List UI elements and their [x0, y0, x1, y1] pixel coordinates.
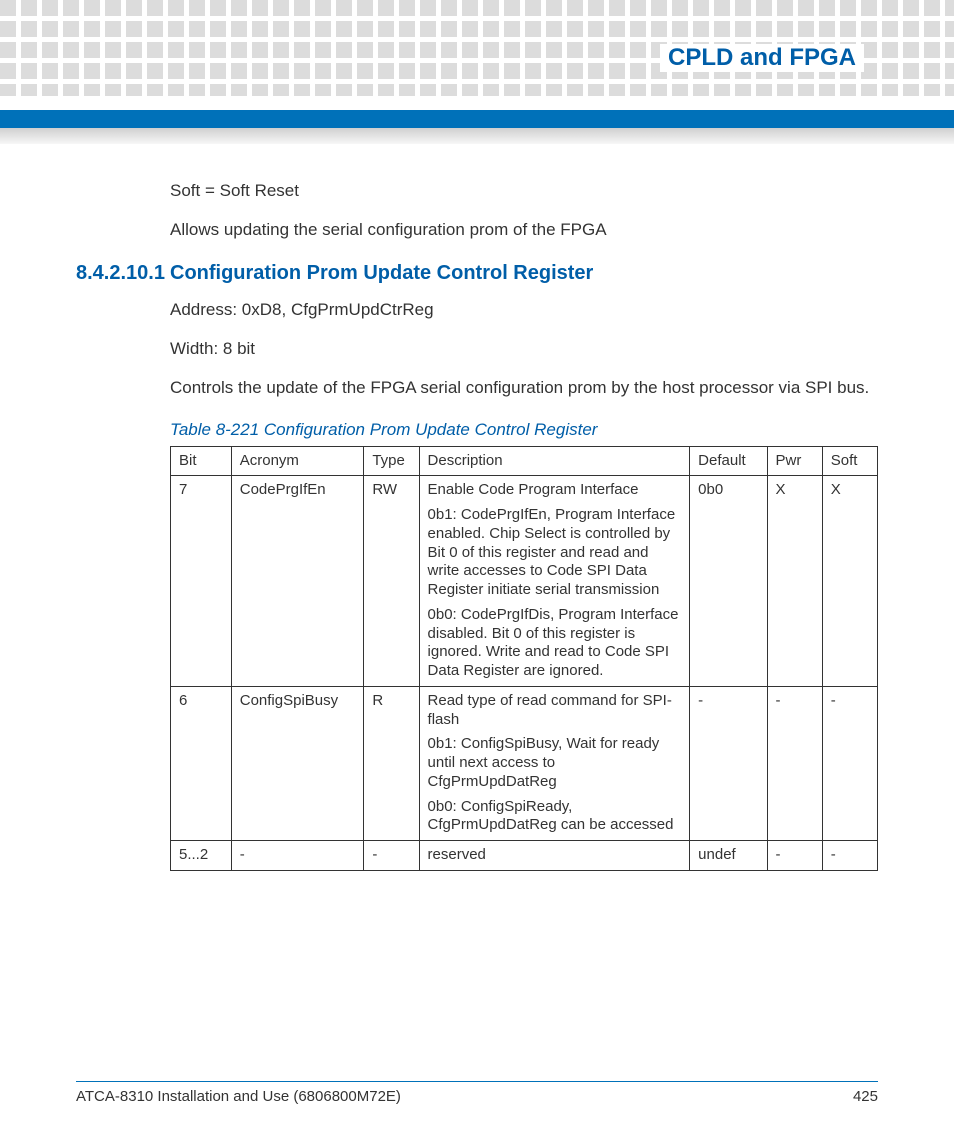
desc-line: 0b1: CodePrgIfEn, Program Interface enab…: [428, 506, 682, 600]
header-grey-gradient: [0, 128, 954, 144]
desc-line: Enable Code Program Interface: [428, 481, 682, 500]
desc-line: reserved: [428, 846, 682, 865]
register-table: Bit Acronym Type Description Default Pwr…: [170, 446, 878, 871]
cell-soft: -: [822, 841, 877, 871]
cell-description: reserved: [419, 841, 690, 871]
cell-pwr: X: [767, 476, 822, 687]
section-description: Controls the update of the FPGA serial c…: [170, 377, 878, 400]
desc-line: 0b1: ConfigSpiBusy, Wait for ready until…: [428, 735, 682, 791]
table-header-row: Bit Acronym Type Description Default Pwr…: [171, 446, 878, 476]
cell-bit: 7: [171, 476, 232, 687]
cell-acronym: -: [231, 841, 364, 871]
th-acronym: Acronym: [231, 446, 364, 476]
cell-default: -: [690, 686, 767, 840]
chapter-title: CPLD and FPGA: [660, 44, 864, 72]
cell-type: R: [364, 686, 419, 840]
cell-soft: X: [822, 476, 877, 687]
section-number: 8.4.2.10.1: [76, 262, 170, 285]
section-title: Configuration Prom Update Control Regist…: [170, 262, 593, 284]
desc-line: Read type of read command for SPI-flash: [428, 692, 682, 730]
cell-default: undef: [690, 841, 767, 871]
desc-line: 0b0: ConfigSpiReady, CfgPrmUpdDatReg can…: [428, 798, 682, 836]
desc-line: 0b0: CodePrgIfDis, Program Interface dis…: [428, 606, 682, 681]
intro-line-2: Allows updating the serial configuration…: [170, 219, 878, 242]
footer-doc-title: ATCA-8310 Installation and Use (6806800M…: [76, 1088, 401, 1105]
cell-bit: 6: [171, 686, 232, 840]
section-address: Address: 0xD8, CfgPrmUpdCtrReg: [170, 299, 878, 322]
page-footer: ATCA-8310 Installation and Use (6806800M…: [76, 1081, 878, 1105]
cell-type: -: [364, 841, 419, 871]
intro-line-1: Soft = Soft Reset: [170, 180, 878, 203]
cell-description: Enable Code Program Interface 0b1: CodeP…: [419, 476, 690, 687]
table-row: 6 ConfigSpiBusy R Read type of read comm…: [171, 686, 878, 840]
cell-type: RW: [364, 476, 419, 687]
cell-acronym: CodePrgIfEn: [231, 476, 364, 687]
page-content: Soft = Soft Reset Allows updating the se…: [76, 180, 878, 871]
table-caption: Table 8-221 Configuration Prom Update Co…: [170, 420, 878, 440]
cell-pwr: -: [767, 686, 822, 840]
table-row: 7 CodePrgIfEn RW Enable Code Program Int…: [171, 476, 878, 687]
section-width: Width: 8 bit: [170, 338, 878, 361]
th-bit: Bit: [171, 446, 232, 476]
th-soft: Soft: [822, 446, 877, 476]
header-blue-bar: [0, 110, 954, 128]
th-pwr: Pwr: [767, 446, 822, 476]
th-type: Type: [364, 446, 419, 476]
table-row: 5...2 - - reserved undef - -: [171, 841, 878, 871]
cell-soft: -: [822, 686, 877, 840]
cell-acronym: ConfigSpiBusy: [231, 686, 364, 840]
cell-description: Read type of read command for SPI-flash …: [419, 686, 690, 840]
footer-page-number: 425: [853, 1088, 878, 1105]
cell-pwr: -: [767, 841, 822, 871]
section-heading: 8.4.2.10.1Configuration Prom Update Cont…: [76, 262, 878, 285]
cell-bit: 5...2: [171, 841, 232, 871]
th-description: Description: [419, 446, 690, 476]
th-default: Default: [690, 446, 767, 476]
cell-default: 0b0: [690, 476, 767, 687]
